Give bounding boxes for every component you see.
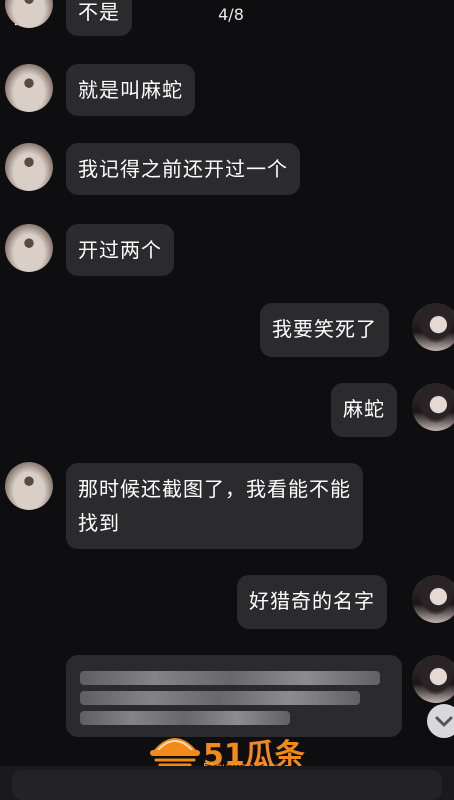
avatar[interactable] [412,575,454,623]
message-text: 开过两个 [78,238,162,262]
avatar[interactable] [5,462,53,510]
message-bubble: 我记得之前还开过一个 [66,143,300,195]
message-bubble: 好猎奇的名字 [237,575,387,629]
message-bubble: 开过两个 [66,224,174,276]
avatar[interactable] [5,143,53,191]
message-text: 好猎奇的名字 [249,589,375,613]
input-bar [0,766,454,800]
message-bubble: 那时候还截图了，我看能不能 找到 [66,463,363,549]
message-text: 找到 [78,511,120,535]
message-text: 我要笑死了 [272,317,377,341]
message-text: 我记得之前还开过一个 [78,157,288,181]
logo-icon [150,738,200,767]
message-bubble: 麻蛇 [331,383,397,437]
message-bubble: 就是叫麻蛇 [66,64,195,116]
avatar[interactable] [5,224,53,272]
blurred-content [80,691,360,705]
message-input[interactable] [12,770,442,800]
message-text: 那时候还截图了，我看能不能 [78,477,351,501]
avatar[interactable] [412,303,454,351]
scroll-down-button[interactable] [427,704,454,738]
message-text: 麻蛇 [343,397,385,421]
page-counter: 4/8 [218,5,244,24]
message-text: 不是 [78,0,120,24]
blurred-content [80,711,290,725]
avatar[interactable] [412,383,454,431]
message-text: 就是叫麻蛇 [78,78,183,102]
blurred-content [80,671,380,685]
message-bubble: 我要笑死了 [260,303,389,357]
avatar[interactable] [412,655,454,703]
chevron-down-icon [435,716,453,727]
avatar[interactable] [5,64,53,112]
message-bubble: 不是 [66,0,132,36]
